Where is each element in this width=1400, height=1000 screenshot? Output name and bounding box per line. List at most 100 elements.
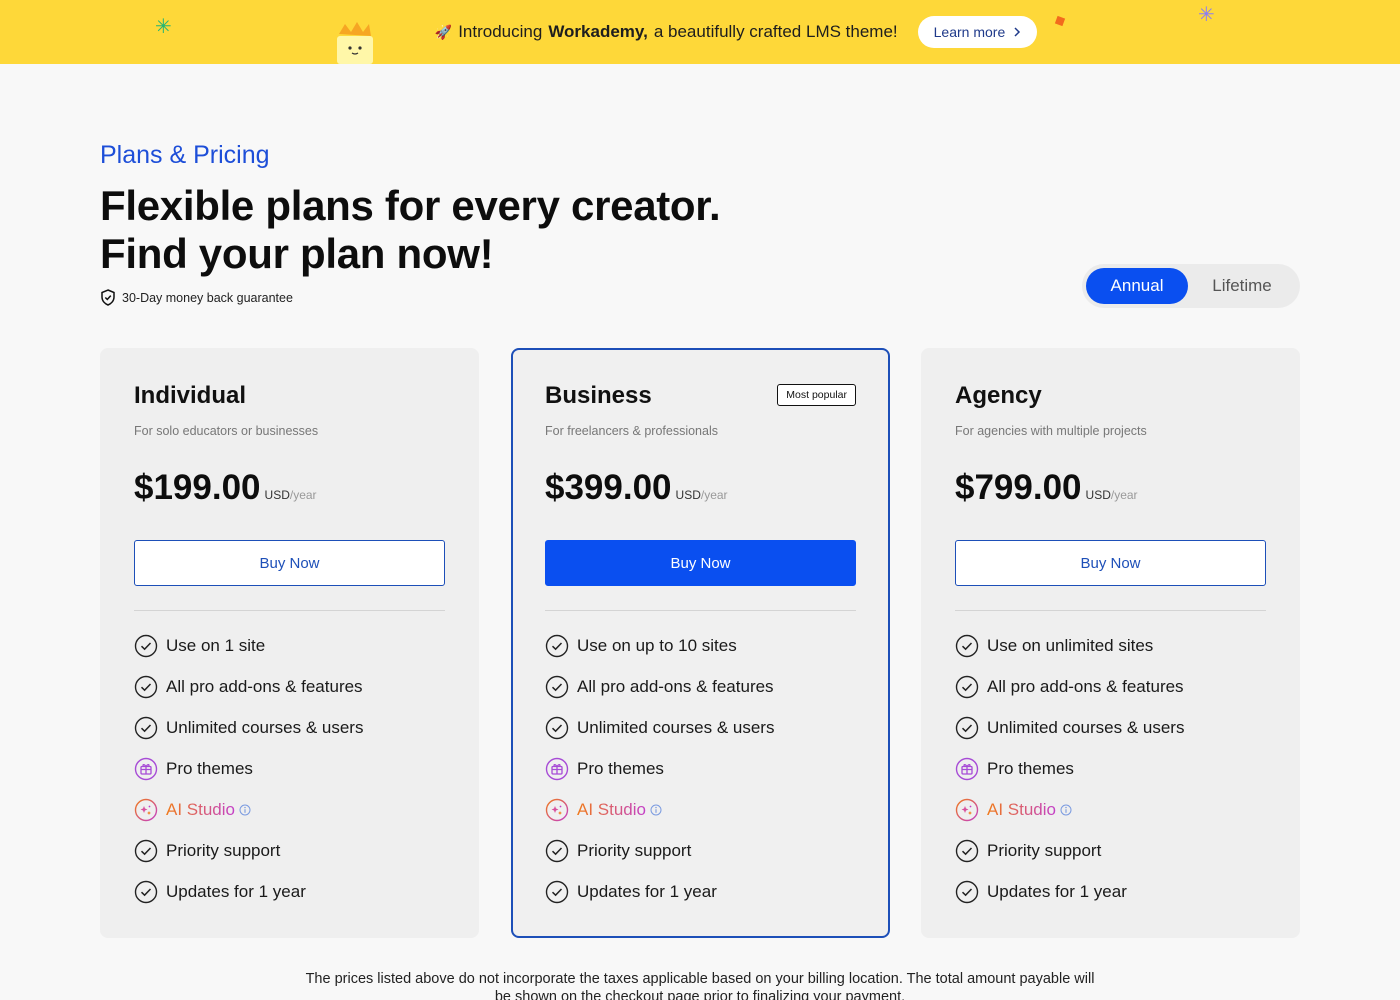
feature-item: All pro add-ons & features <box>955 666 1266 707</box>
feature-label: Updates for 1 year <box>166 881 306 901</box>
chevron-right-icon <box>1014 27 1021 37</box>
feature-item: Pro themes <box>134 748 445 789</box>
gift-icon <box>134 757 158 781</box>
plan-name: Agency <box>955 382 1042 409</box>
check-circle-icon <box>955 675 979 699</box>
feature-item: Unlimited courses & users <box>134 707 445 748</box>
gift-icon <box>955 757 979 781</box>
price-row: $399.00 USD/year <box>545 468 856 508</box>
toggle-lifetime[interactable]: Lifetime <box>1188 268 1296 304</box>
divider <box>545 610 856 611</box>
divider <box>955 610 1266 611</box>
feature-label: Priority support <box>577 840 692 860</box>
feature-label: Use on unlimited sites <box>987 635 1154 655</box>
plan-name: Individual <box>134 382 247 409</box>
check-circle-icon <box>955 880 979 904</box>
check-circle-icon <box>955 716 979 740</box>
feature-list: Use on up to 10 sites All pro add-ons & f… <box>545 625 856 912</box>
pricing-footnote: The prices listed above do not incorpora… <box>305 971 1095 1000</box>
headline-line-2: Find your plan now! <box>100 230 494 277</box>
price-row: $199.00 USD/year <box>134 468 445 508</box>
feature-label: Pro themes <box>166 758 253 778</box>
feature-list: Use on 1 site All pro add-ons & features U… <box>134 625 445 912</box>
divider <box>134 610 445 611</box>
rocket-icon: 🚀 <box>434 23 453 40</box>
check-circle-icon <box>955 839 979 863</box>
feature-item: Use on 1 site <box>134 625 445 666</box>
feature-label: Priority support <box>987 840 1102 860</box>
feature-item: All pro add-ons & features <box>134 666 445 707</box>
feature-label: AI Studio <box>987 799 1056 819</box>
plan-card-individual: Individual For solo educators or busines… <box>100 348 479 938</box>
banner-suffix: a beautifully crafted LMS theme! <box>653 22 898 41</box>
price-period: /year <box>289 488 317 502</box>
feature-label: Unlimited courses & users <box>577 717 775 737</box>
feature-item: Unlimited courses & users <box>955 707 1266 748</box>
banner-brand: Workademy, <box>548 22 648 41</box>
feature-label: Pro themes <box>987 758 1074 778</box>
info-icon[interactable] <box>1060 804 1072 816</box>
feature-item: Priority support <box>134 830 445 871</box>
sparkles-icon <box>545 798 569 822</box>
toggle-annual[interactable]: Annual <box>1086 268 1188 304</box>
guarantee-text: 30-Day money back guarantee <box>122 290 293 305</box>
feature-item: Use on unlimited sites <box>955 625 1266 666</box>
check-circle-icon <box>955 634 979 658</box>
plan-card-business: Business Most popular For freelancers & … <box>511 348 890 938</box>
sparkles-icon <box>134 798 158 822</box>
feature-label: Priority support <box>166 840 281 860</box>
feature-item: Use on up to 10 sites <box>545 625 856 666</box>
price-currency: USD <box>264 488 290 502</box>
announcement-banner: ✳ ✳ 🚀 Introducing Workademy, a beautiful… <box>0 0 1400 64</box>
feature-label: AI Studio <box>577 799 646 819</box>
check-circle-icon <box>134 675 158 699</box>
info-icon[interactable] <box>239 804 251 816</box>
buy-now-button[interactable]: Buy Now <box>955 540 1266 586</box>
check-circle-icon <box>134 716 158 740</box>
feature-label: Unlimited courses & users <box>166 717 364 737</box>
feature-item: Updates for 1 year <box>134 871 445 912</box>
feature-label: All pro add-ons & features <box>987 676 1184 696</box>
billing-toggle: Annual Lifetime <box>1082 264 1300 308</box>
buy-now-button[interactable]: Buy Now <box>545 540 856 586</box>
check-circle-icon <box>545 880 569 904</box>
plan-description: For freelancers & professionals <box>545 424 718 438</box>
check-circle-icon <box>134 634 158 658</box>
sparkles-icon <box>955 798 979 822</box>
feature-label: All pro add-ons & features <box>166 676 363 696</box>
feature-label: Updates for 1 year <box>987 881 1127 901</box>
mascot-illustration <box>337 22 373 64</box>
feature-label: Unlimited courses & users <box>987 717 1185 737</box>
plan-price: $799.00 <box>955 468 1082 507</box>
info-icon[interactable] <box>650 804 662 816</box>
most-popular-badge: Most popular <box>777 384 856 406</box>
feature-list: Use on unlimited sites All pro add-ons & … <box>955 625 1266 912</box>
price-currency: USD <box>1085 488 1111 502</box>
plan-description: For solo educators or businesses <box>134 424 319 438</box>
headline-line-1: Flexible plans for every creator. <box>100 182 721 229</box>
learn-more-button[interactable]: Learn more <box>917 16 1038 48</box>
plan-price: $199.00 <box>134 468 261 507</box>
page-title: Flexible plans for every creator. Find y… <box>100 182 721 278</box>
plan-card-agency: Agency For agencies with multiple projec… <box>921 348 1300 938</box>
money-back-guarantee: 30-Day money back guarantee <box>100 289 293 306</box>
feature-item: AI Studio <box>955 789 1266 830</box>
check-circle-icon <box>134 839 158 863</box>
feature-item: Pro themes <box>955 748 1266 789</box>
shield-check-icon <box>101 289 115 306</box>
check-circle-icon <box>545 675 569 699</box>
feature-item: Updates for 1 year <box>955 871 1266 912</box>
feature-label: All pro add-ons & features <box>577 676 774 696</box>
price-period: /year <box>1110 488 1138 502</box>
banner-prefix: Introducing <box>458 22 543 41</box>
feature-item: Pro themes <box>545 748 856 789</box>
price-currency: USD <box>675 488 701 502</box>
learn-more-label: Learn more <box>933 24 1006 40</box>
feature-item: Updates for 1 year <box>545 871 856 912</box>
banner-message: 🚀 Introducing Workademy, a beautifully c… <box>435 22 898 42</box>
buy-now-button[interactable]: Buy Now <box>134 540 445 586</box>
price-row: $799.00 USD/year <box>955 468 1266 508</box>
sparkle-icon: ✳ <box>155 16 172 38</box>
feature-item: All pro add-ons & features <box>545 666 856 707</box>
feature-label: AI Studio <box>166 799 235 819</box>
